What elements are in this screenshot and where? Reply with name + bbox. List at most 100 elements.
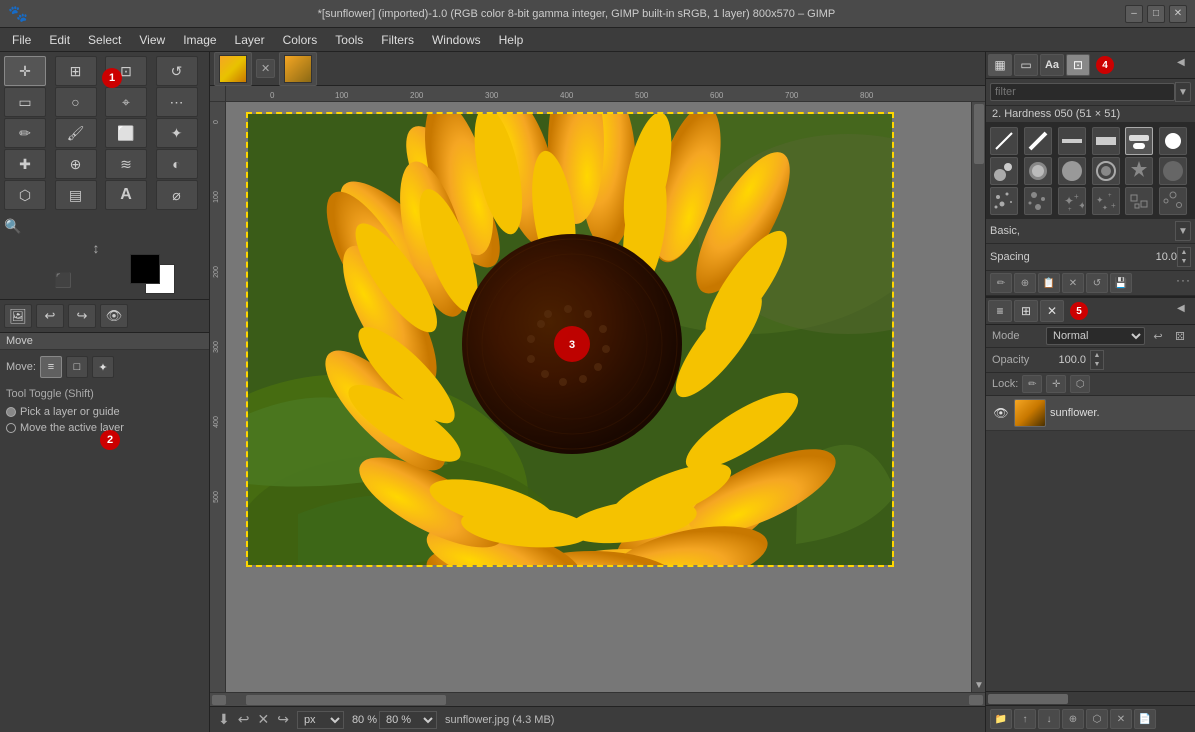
- brush-cell-18[interactable]: [1159, 187, 1187, 215]
- vscroll-thumb[interactable]: [974, 104, 984, 164]
- menu-tools[interactable]: Tools: [327, 31, 371, 49]
- vscroll-down[interactable]: ▼: [972, 678, 985, 692]
- brush-cell-1[interactable]: [990, 127, 1018, 155]
- move-layer-icon[interactable]: ≡: [40, 356, 62, 378]
- layers-expand-btn[interactable]: ◀: [1177, 303, 1193, 319]
- merge-layer-btn[interactable]: ⬡: [1086, 709, 1108, 729]
- brush-cell-16[interactable]: ✦+ ✦+: [1092, 187, 1120, 215]
- brush-cell-7[interactable]: [990, 157, 1018, 185]
- delete-layer-btn[interactable]: ✕: [1110, 709, 1132, 729]
- pencil-tool[interactable]: ✏: [4, 118, 46, 148]
- radio-pick-layer[interactable]: Pick a layer or guide: [6, 404, 203, 420]
- close-tab-icon[interactable]: ✕: [261, 62, 270, 75]
- hscroll-thumb[interactable]: [246, 695, 446, 705]
- horizontal-scrollbar[interactable]: [210, 692, 985, 706]
- heal-tool[interactable]: ✚: [4, 149, 46, 179]
- brush-more-dots[interactable]: ···: [1176, 273, 1191, 293]
- panel-scrollbar[interactable]: [986, 691, 1195, 705]
- color-swap-button[interactable]: ↕: [93, 240, 100, 256]
- brush-cell-15[interactable]: ✦+ +✦: [1058, 187, 1086, 215]
- menu-help[interactable]: Help: [491, 31, 532, 49]
- menu-colors[interactable]: Colors: [275, 31, 326, 49]
- brush-gradients-tab[interactable]: ▭: [1014, 54, 1038, 76]
- mode-random-btn[interactable]: ⚄: [1171, 327, 1189, 345]
- radio-pick-layer-btn[interactable]: [6, 407, 16, 417]
- brush-cell-4[interactable]: [1092, 127, 1120, 155]
- brush-edit-btn[interactable]: ✏: [990, 273, 1012, 293]
- layer-item[interactable]: 👁 sunflower.: [986, 396, 1195, 431]
- color-picker[interactable]: ⌀: [156, 180, 198, 210]
- lock-pixels-btn[interactable]: ✏: [1022, 375, 1042, 393]
- opacity-spinner[interactable]: ▲ ▼: [1090, 350, 1104, 370]
- foreground-color-swatch[interactable]: [130, 254, 160, 284]
- brush-cell-12[interactable]: [1159, 157, 1187, 185]
- layers-paths-tab[interactable]: ⊞: [1014, 300, 1038, 322]
- brush-cell-6[interactable]: [1159, 127, 1187, 155]
- unit-selector[interactable]: px mm inch: [297, 711, 344, 729]
- preset-dropdown-btn[interactable]: ▼: [1175, 221, 1191, 241]
- redo-button[interactable]: ↪: [68, 304, 96, 328]
- menu-filters[interactable]: Filters: [373, 31, 422, 49]
- paintbrush-tool[interactable]: 🖌: [55, 118, 97, 148]
- brush-cell-11[interactable]: [1125, 157, 1153, 185]
- image-tab-close[interactable]: ✕: [256, 59, 275, 78]
- opacity-up[interactable]: ▲: [1091, 351, 1103, 360]
- lock-position-btn[interactable]: ✛: [1046, 375, 1066, 393]
- brush-cell-8[interactable]: [1024, 157, 1052, 185]
- brush-dynamics-tab[interactable]: ⊡: [1066, 54, 1090, 76]
- vertical-scrollbar[interactable]: ▼: [971, 102, 985, 692]
- rect-select[interactable]: ▭: [4, 87, 46, 117]
- canvas-background[interactable]: 3 ▼: [226, 102, 985, 692]
- layers-channels-tab[interactable]: ≡: [988, 300, 1012, 322]
- mode-history-btn[interactable]: ↩: [1149, 327, 1167, 345]
- menu-file[interactable]: File: [4, 31, 39, 49]
- fuzzy-select[interactable]: ⋯: [156, 87, 198, 117]
- minimize-button[interactable]: –: [1125, 5, 1143, 23]
- brush-cell-9[interactable]: [1058, 157, 1086, 185]
- radio-move-active-btn[interactable]: [6, 423, 16, 433]
- move-tool[interactable]: ✛: [4, 56, 46, 86]
- ellipse-select[interactable]: ○: [55, 87, 97, 117]
- close-button[interactable]: ✕: [1169, 5, 1187, 23]
- new-image-button[interactable]: 🖼: [4, 304, 32, 328]
- free-select[interactable]: ⌖: [105, 87, 147, 117]
- brush-paste-btn[interactable]: 📋: [1038, 273, 1060, 293]
- filter-dropdown-btn[interactable]: ▼: [1175, 82, 1191, 102]
- rotate-tool[interactable]: ↺: [156, 56, 198, 86]
- menu-layer[interactable]: Layer: [227, 31, 273, 49]
- spacing-spinner[interactable]: ▲ ▼: [1177, 247, 1191, 267]
- menu-select[interactable]: Select: [80, 31, 129, 49]
- brush-save-btn[interactable]: 💾: [1110, 273, 1132, 293]
- canvas-image-border[interactable]: 3: [246, 112, 894, 567]
- image-tab-1[interactable]: [214, 52, 252, 86]
- new-layer-btn[interactable]: 📄: [1134, 709, 1156, 729]
- blend-mode-select[interactable]: Normal Multiply Screen Overlay: [1046, 327, 1145, 345]
- opacity-down[interactable]: ▼: [1091, 360, 1103, 369]
- move-path-icon[interactable]: ✦: [92, 356, 114, 378]
- brush-copy-btn[interactable]: ⊕: [1014, 273, 1036, 293]
- panel-scroll-thumb[interactable]: [988, 694, 1068, 704]
- layer-visible-btn[interactable]: 👁: [992, 404, 1010, 422]
- text-tool[interactable]: A: [105, 180, 147, 210]
- blend-tool[interactable]: ▤: [55, 180, 97, 210]
- spacing-up[interactable]: ▲: [1178, 248, 1190, 257]
- brush-delete-btn[interactable]: ✕: [1062, 273, 1084, 293]
- lock-alpha-btn[interactable]: ⬡: [1070, 375, 1090, 393]
- zoom-selector[interactable]: 80 % 100 % 50 %: [379, 711, 437, 729]
- menu-edit[interactable]: Edit: [41, 31, 78, 49]
- brush-cell-17[interactable]: [1125, 187, 1153, 215]
- brush-brushes-tab[interactable]: Aa: [1040, 54, 1064, 76]
- menu-view[interactable]: View: [131, 31, 173, 49]
- view-button[interactable]: 👁: [100, 304, 128, 328]
- layer-down-btn[interactable]: ↓: [1038, 709, 1060, 729]
- eraser-tool[interactable]: ⬜: [105, 118, 147, 148]
- bucket-tool[interactable]: ⬡: [4, 180, 46, 210]
- brush-cell-5[interactable]: [1125, 127, 1153, 155]
- move-selection-icon[interactable]: □: [66, 356, 88, 378]
- menu-windows[interactable]: Windows: [424, 31, 489, 49]
- new-group-btn[interactable]: 📁: [990, 709, 1012, 729]
- layers-undo-tab[interactable]: ✕: [1040, 300, 1064, 322]
- brush-cell-14[interactable]: [1024, 187, 1052, 215]
- brush-patterns-tab[interactable]: ▦: [988, 54, 1012, 76]
- align-tool[interactable]: ⊞: [55, 56, 97, 86]
